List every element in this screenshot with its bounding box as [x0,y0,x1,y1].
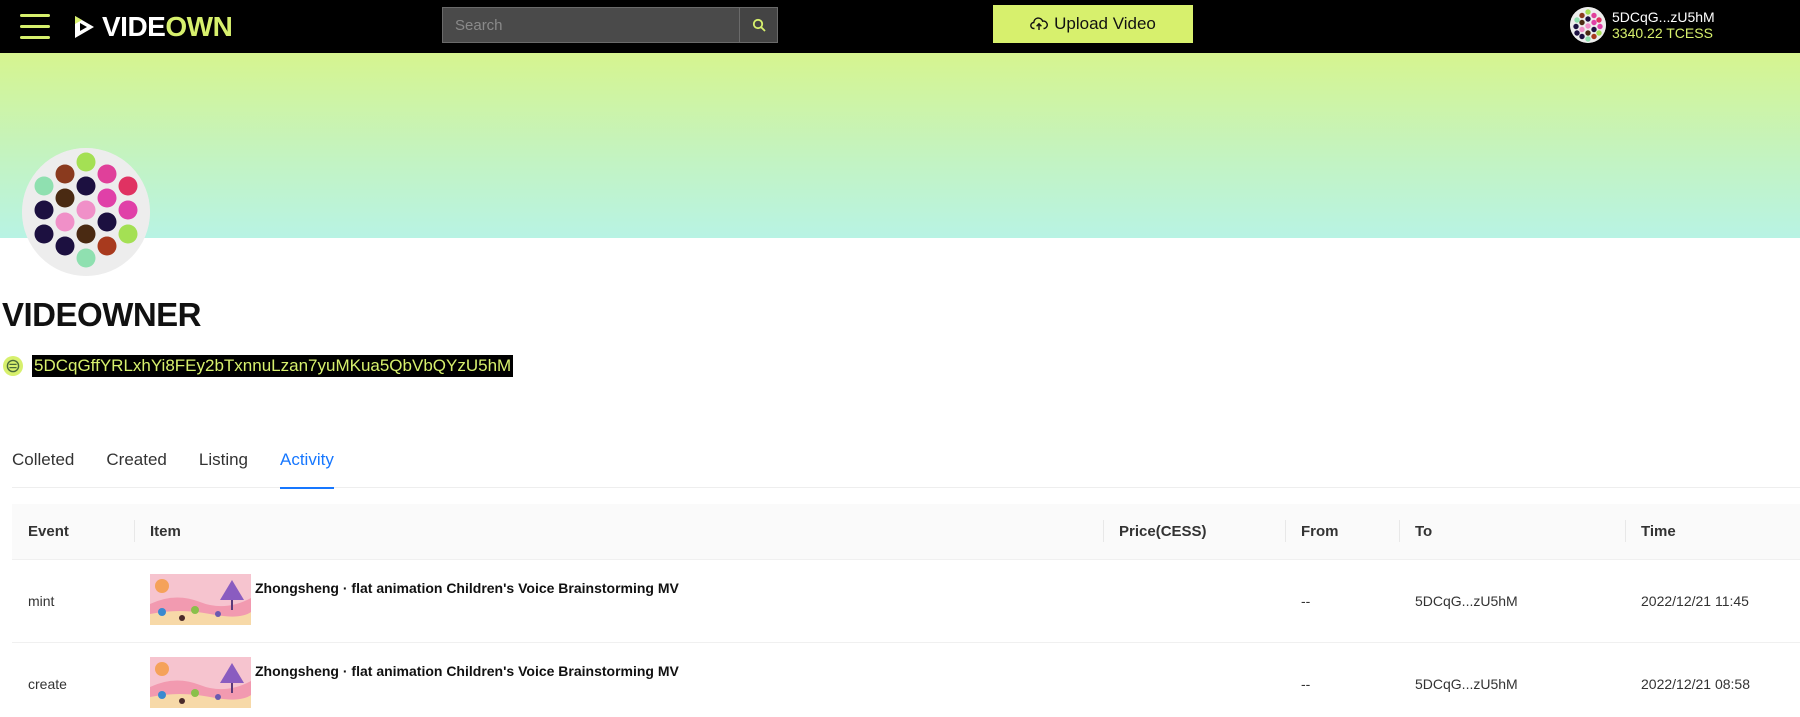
price-cell [1103,560,1285,642]
profile-banner [0,53,1800,238]
account-info: 5DCqG...zU5hM 3340.22 TCESS [1612,9,1715,41]
search-icon [752,18,766,32]
profile-tabs: Colleted Created Listing Activity [12,440,1800,489]
cess-chain-icon [3,356,23,376]
play-logo-icon [75,16,94,38]
account-address: 5DCqG...zU5hM [1612,9,1715,25]
account-menu[interactable]: 5DCqG...zU5hM 3340.22 TCESS [1570,5,1715,45]
logo[interactable]: VIDEOWN [70,11,233,42]
wallet-address[interactable]: 5DCqGffYRLxhYi8FEy2bTxnnuLzan7yuMKua5QbV… [32,355,514,377]
search-bar [442,7,778,43]
tab-created[interactable]: Created [106,440,166,488]
from-cell: -- [1301,593,1311,609]
item-title[interactable]: Zhongsheng · flat animation Children's V… [255,580,679,596]
hamburger-icon[interactable] [20,14,50,40]
price-cell [1103,643,1285,717]
column-header-time: Time [1625,504,1800,559]
column-header-item: Item [134,504,1103,559]
table-row[interactable]: mint Zhongsheng · flat animation Childre… [12,560,1800,643]
tab-activity[interactable]: Activity [280,440,334,489]
column-header-event: Event [28,523,69,540]
top-navbar: VIDEOWN Upload Video [0,0,1800,53]
table-row[interactable]: create Zhongsheng · flat animation Child… [12,643,1800,717]
event-cell: create [28,676,67,692]
search-button[interactable] [740,7,778,43]
to-cell[interactable]: 5DCqG...zU5hM [1399,643,1625,717]
tab-listing[interactable]: Listing [199,440,248,488]
column-header-price: Price(CESS) [1103,504,1285,559]
time-cell: 2022/12/21 11:45 [1641,593,1749,609]
upload-video-button[interactable]: Upload Video [993,5,1193,43]
item-title[interactable]: Zhongsheng · flat animation Children's V… [255,663,679,679]
video-thumbnail[interactable] [150,657,251,708]
event-cell: mint [28,593,55,609]
profile-avatar [22,148,150,276]
page-title: VIDEOWNER [2,296,202,333]
upload-video-label: Upload Video [1054,14,1156,33]
from-cell: -- [1301,676,1311,692]
video-thumbnail[interactable] [150,574,251,625]
account-balance: 3340.22 TCESS [1612,25,1713,41]
column-header-from: From [1285,504,1399,559]
time-cell: 2022/12/21 08:58 [1641,676,1750,692]
tab-colleted[interactable]: Colleted [12,440,74,488]
column-header-to: To [1399,504,1625,559]
item-cell: Zhongsheng · flat animation Children's V… [134,643,1103,717]
to-cell[interactable]: 5DCqG...zU5hM [1399,560,1625,642]
activity-table: Event Item Price(CESS) From To Time mint… [12,504,1800,717]
item-cell: Zhongsheng · flat animation Children's V… [134,560,1103,642]
table-header: Event Item Price(CESS) From To Time [12,504,1800,560]
avatar [1570,7,1606,43]
logo-text: VIDEOWN [102,11,233,42]
cloud-upload-icon [1030,17,1049,30]
search-input[interactable] [442,7,740,43]
wallet-address-row: 5DCqGffYRLxhYi8FEy2bTxnnuLzan7yuMKua5QbV… [2,355,514,377]
